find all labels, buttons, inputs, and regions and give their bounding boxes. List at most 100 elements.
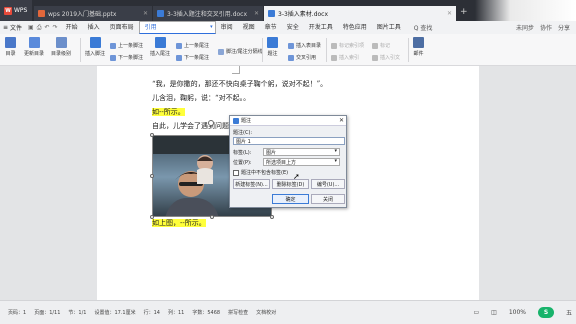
caption-button[interactable]: 题注 bbox=[267, 37, 278, 57]
table-of-figures-label: 插入表目录 bbox=[296, 43, 322, 49]
status-bar: 页码：1 页面：1/11 节：1/1 设置值：17.1厘米 行：14 列：11 … bbox=[0, 300, 576, 324]
exclude-label-checkbox[interactable] bbox=[233, 169, 239, 176]
ime-badge-icon[interactable]: S bbox=[537, 307, 554, 318]
insert-index-button[interactable]: 插入索引 bbox=[331, 54, 359, 61]
wps-logo-label: WPS bbox=[14, 7, 28, 14]
mail-merge-button[interactable]: 邮件 bbox=[413, 37, 424, 57]
status-page-number[interactable]: 页码：1 bbox=[8, 309, 26, 316]
sync-status[interactable]: 未同步 bbox=[516, 23, 534, 32]
save-icon[interactable]: ▣ bbox=[28, 24, 34, 31]
menu-item-layout[interactable]: 页面布局 bbox=[105, 21, 139, 34]
mark-citation-button[interactable]: 标记 bbox=[372, 42, 390, 49]
status-proofread[interactable]: 文档校对 bbox=[256, 309, 276, 316]
cross-reference-button[interactable]: 交叉引用 bbox=[288, 54, 316, 61]
menu-item-review[interactable]: 审阅 bbox=[216, 21, 238, 34]
menu-item-view[interactable]: 视图 bbox=[238, 21, 260, 34]
menu-item-developer[interactable]: 开发工具 bbox=[304, 21, 338, 34]
search-box[interactable]: Q 查找 bbox=[414, 23, 433, 32]
menu-item-references[interactable]: 引用 bbox=[138, 21, 216, 34]
rotate-handle-icon[interactable] bbox=[208, 120, 214, 126]
redo-icon[interactable]: ↷ bbox=[53, 24, 58, 31]
resize-handle-w[interactable] bbox=[150, 174, 154, 178]
ribbon-divider bbox=[408, 38, 409, 62]
view-mode-icon[interactable]: ▭ bbox=[473, 309, 479, 316]
caption-input[interactable]: 图片 1 bbox=[233, 137, 345, 145]
insert-endnote-button[interactable]: 插入尾注 bbox=[150, 37, 170, 57]
update-toc-label: 更新目录 bbox=[24, 51, 45, 57]
doc-line-2[interactable]: 儿含泪，鞠躬，说：“对不起。。 bbox=[152, 93, 250, 103]
tab-doc-pptx[interactable]: wps 2019入门基础.pptx ✕ bbox=[34, 6, 152, 21]
exclude-label-row[interactable]: 题注中不包含标签(E) bbox=[233, 169, 288, 176]
ok-button[interactable]: 确定 bbox=[272, 194, 309, 204]
status-setting[interactable]: 设置值：17.1厘米 bbox=[94, 309, 135, 316]
cross-reference-icon bbox=[288, 54, 294, 61]
share-button[interactable]: 分享 bbox=[558, 23, 570, 32]
next-footnote-button[interactable]: 下一条脚注 bbox=[110, 54, 143, 61]
position-select[interactable]: 所选项目上方 bbox=[263, 158, 340, 166]
docx-file-icon bbox=[157, 10, 164, 17]
menu-item-picture-tools[interactable]: 图片工具 bbox=[372, 21, 406, 34]
toc-button[interactable]: 目录 bbox=[5, 37, 16, 57]
insert-footnote-button[interactable]: 插入脚注 bbox=[85, 37, 105, 57]
close-button[interactable]: 关闭 bbox=[311, 194, 345, 204]
menu-item-insert[interactable]: 插入 bbox=[83, 21, 105, 34]
next-endnote-button[interactable]: 下一条尾注 bbox=[176, 54, 209, 61]
tab-close-icon[interactable]: ✕ bbox=[143, 10, 148, 17]
resize-handle-se[interactable] bbox=[270, 215, 274, 219]
footnote-separator-label: 脚注/尾注分隔线 bbox=[226, 49, 263, 55]
mouse-pointer-icon: ➚ bbox=[293, 172, 300, 181]
status-col[interactable]: 列：11 bbox=[168, 309, 184, 316]
resize-handle-nw[interactable] bbox=[150, 133, 154, 137]
tab-close-icon[interactable]: ✕ bbox=[447, 10, 452, 17]
insert-endnote-label: 插入尾注 bbox=[150, 51, 171, 57]
footnote-icon bbox=[89, 37, 101, 48]
status-pages[interactable]: 页面：1/11 bbox=[34, 309, 60, 316]
wps-home-tab[interactable]: W WPS bbox=[0, 0, 32, 21]
doc-line-3[interactable]: 如--所示。 bbox=[152, 107, 185, 117]
update-toc-button[interactable]: 更新目录 bbox=[24, 37, 44, 57]
status-spell-check[interactable]: 拼写检查 bbox=[228, 309, 248, 316]
mark-index-entry-button[interactable]: 标记索引项 bbox=[331, 42, 364, 49]
prev-footnote-button[interactable]: 上一条脚注 bbox=[110, 42, 143, 49]
new-tab-icon[interactable]: + bbox=[460, 7, 468, 17]
footnote-separator-button[interactable]: 脚注/尾注分隔线 bbox=[218, 48, 263, 55]
new-label-button[interactable]: 新建标签(N)... bbox=[233, 179, 270, 189]
insert-citation-icon bbox=[372, 54, 378, 61]
doc-line-5[interactable]: 如上图，--所示。 bbox=[152, 218, 206, 228]
prev-endnote-button[interactable]: 上一条尾注 bbox=[176, 42, 209, 49]
insert-citation-button[interactable]: 插入引文 bbox=[372, 54, 400, 61]
close-icon[interactable]: ✕ bbox=[337, 116, 346, 126]
print-icon[interactable]: ⎙ bbox=[37, 24, 42, 32]
doc-line-1[interactable]: “我，是你撒的，那还不快向桌子鞠个躬，说对不起！”。 bbox=[152, 79, 327, 89]
menu-item-features[interactable]: 特色应用 bbox=[338, 21, 372, 34]
tab-doc-caption[interactable]: 3-3插入题注和交叉引用.docx ✕ bbox=[153, 6, 263, 21]
mark-citation-icon bbox=[372, 42, 378, 49]
file-menu-label: 文件 bbox=[10, 25, 23, 32]
tab-close-icon[interactable]: ✕ bbox=[254, 10, 259, 17]
toc-level-button[interactable]: 目录级别 bbox=[51, 37, 71, 57]
collab-button[interactable]: 协作 bbox=[540, 23, 552, 32]
menu-item-start[interactable]: 开始 bbox=[61, 21, 83, 34]
tab-label: 3-3插入素材.docx bbox=[278, 11, 329, 18]
file-menu[interactable]: ≡ 文件 bbox=[3, 23, 28, 32]
status-section[interactable]: 节：1/1 bbox=[68, 309, 86, 316]
web-view-icon[interactable]: ◫ bbox=[491, 309, 497, 316]
resize-handle-s[interactable] bbox=[210, 215, 214, 219]
status-row[interactable]: 行：14 bbox=[144, 309, 160, 316]
ime-lang-icon[interactable]: 五 bbox=[566, 308, 572, 317]
menu-item-chapter[interactable]: 章节 bbox=[260, 21, 282, 34]
tag-select[interactable]: 图片 bbox=[263, 148, 340, 156]
position-row: 位置(P): 所选项目上方 bbox=[233, 158, 340, 166]
status-word-count[interactable]: 字数：5468 bbox=[192, 309, 220, 316]
delete-label-button[interactable]: 删除标签(D) bbox=[272, 179, 309, 189]
doc-line-4[interactable]: 自此，儿学会了遇到问题和困难自己想办法解决。 bbox=[152, 121, 229, 131]
insert-table-of-figures-button[interactable]: 插入表目录 bbox=[288, 42, 321, 49]
menu-item-security[interactable]: 安全 bbox=[282, 21, 304, 34]
wps-window: W WPS wps 2019入门基础.pptx ✕ 3-3插入题注和交叉引用.d… bbox=[0, 0, 576, 324]
tab-doc-material[interactable]: 3-3插入素材.docx ✕ bbox=[264, 6, 456, 21]
status-zoom[interactable]: 100% bbox=[509, 309, 526, 316]
undo-icon[interactable]: ↶ bbox=[45, 24, 50, 31]
position-select-value: 所选项目上方 bbox=[266, 159, 297, 166]
numbering-button[interactable]: 编号(U)... bbox=[311, 179, 345, 189]
docx-file-icon bbox=[268, 10, 275, 17]
